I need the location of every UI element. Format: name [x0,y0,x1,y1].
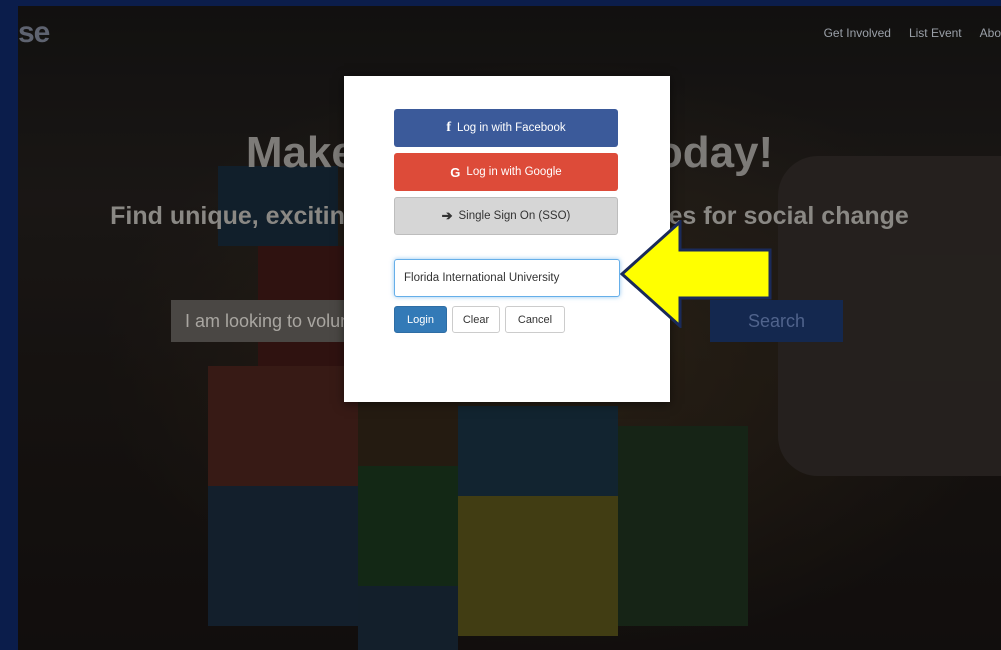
screen-frame-left [0,0,18,650]
nav-get-involved[interactable]: Get Involved [824,26,891,40]
nav-list-event[interactable]: List Event [909,26,962,40]
site-logo[interactable]: se [18,16,50,50]
institution-input[interactable] [394,259,620,297]
sign-in-icon: ➔ [441,208,453,223]
yellow-arrow-icon [620,220,772,328]
facebook-login-button[interactable]: f Log in with Facebook [394,109,618,147]
cancel-button[interactable]: Cancel [505,306,565,333]
sso-login-button[interactable]: ➔ Single Sign On (SSO) [394,197,618,235]
clear-button[interactable]: Clear [452,306,500,333]
google-login-button[interactable]: G Log in with Google [394,153,618,191]
facebook-login-label: Log in with Facebook [456,122,566,134]
facebook-f-icon: f [446,120,451,135]
google-login-label: Log in with Google [466,166,562,178]
login-button[interactable]: Login [394,306,447,333]
sso-login-label: Single Sign On (SSO) [458,210,571,222]
top-nav: Get Involved List Event Abo [824,26,1001,40]
google-g-icon: G [450,164,461,180]
nav-about[interactable]: Abo [980,26,1001,40]
